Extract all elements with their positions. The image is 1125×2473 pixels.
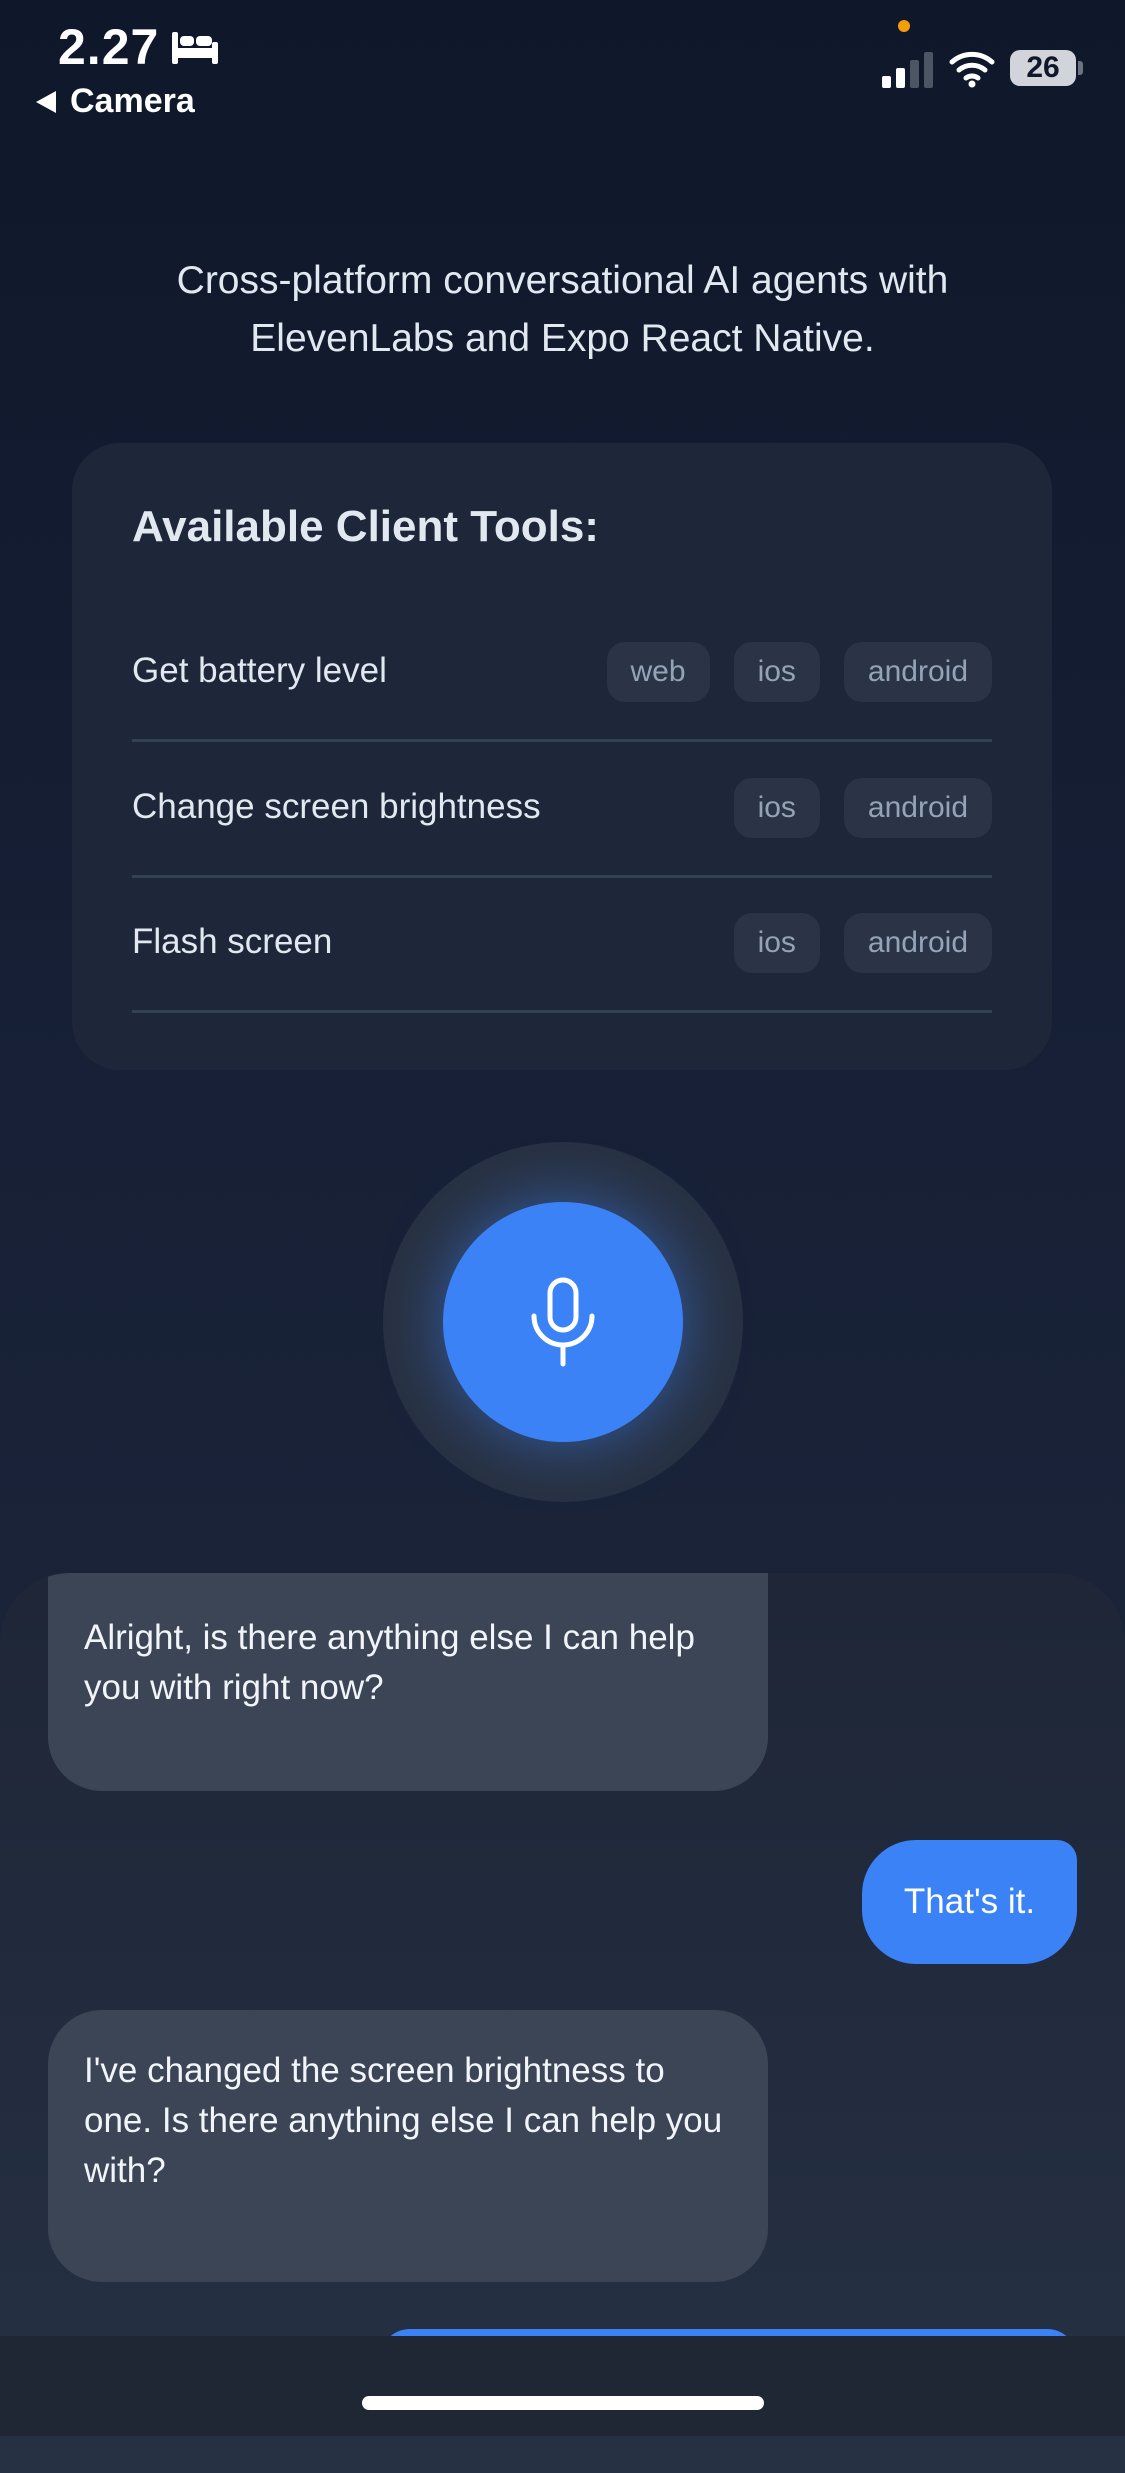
tool-row-battery: Get battery level web ios android bbox=[132, 605, 992, 742]
tool-row-brightness: Change screen brightness ios android bbox=[132, 741, 992, 878]
tool-row-flash: Flash screen ios android bbox=[132, 876, 992, 1013]
signal-icon bbox=[882, 52, 933, 88]
intro-text: Cross-platform conversational AI agents … bbox=[176, 259, 949, 360]
battery-icon: 26 bbox=[1010, 50, 1076, 86]
battery-level: 26 bbox=[1026, 51, 1060, 84]
wifi-icon bbox=[949, 51, 995, 88]
microphone-icon bbox=[531, 1277, 595, 1367]
back-link-label: Camera bbox=[70, 82, 195, 120]
agent-message: Alright, is there anything else I can he… bbox=[48, 1573, 768, 1791]
start-conversation-mic-button[interactable] bbox=[443, 1202, 683, 1442]
tool-name: Change screen brightness bbox=[132, 787, 541, 826]
platform-badge-web: web bbox=[606, 642, 710, 702]
platform-badge-android: android bbox=[843, 913, 992, 973]
tool-name: Flash screen bbox=[132, 922, 333, 961]
status-time: 2.27 bbox=[58, 19, 160, 75]
bottom-safe-area bbox=[0, 2336, 1125, 2436]
battery-tip bbox=[1078, 61, 1083, 75]
platform-badge-ios: ios bbox=[733, 778, 820, 838]
home-indicator[interactable] bbox=[362, 2396, 764, 2410]
back-arrow-icon bbox=[36, 90, 56, 113]
user-message: That's it. bbox=[862, 1840, 1077, 1964]
platform-badge-android: android bbox=[843, 778, 992, 838]
bed-icon bbox=[172, 32, 218, 64]
back-to-camera-link[interactable]: Camera bbox=[36, 82, 195, 121]
agent-message: I've changed the screen brightness to on… bbox=[48, 2010, 768, 2282]
platform-badge-android: android bbox=[843, 642, 992, 702]
privacy-indicator-dot bbox=[898, 20, 910, 32]
platform-badge-ios: ios bbox=[733, 642, 820, 702]
tool-name: Get battery level bbox=[132, 651, 387, 690]
client-tools-title: Available Client Tools: bbox=[132, 502, 599, 551]
platform-badge-ios: ios bbox=[733, 913, 820, 973]
